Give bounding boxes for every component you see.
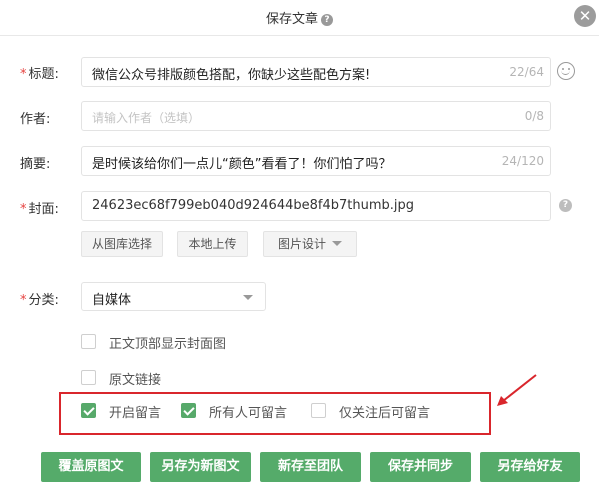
option-show-cover[interactable]: 正文顶部显示封面图 — [81, 333, 281, 352]
category-label: 分类: — [28, 293, 59, 308]
option-original-link[interactable]: 原文链接 — [81, 369, 201, 388]
summary-input[interactable]: 是时候该给你们一点儿“颜色”看看了！你们怕了吗？ 24/120 — [81, 146, 551, 176]
original-link-label: 原文链接 — [109, 373, 162, 388]
image-design-label: 图片设计 — [277, 237, 326, 251]
author-placeholder: 请输入作者（选填） — [92, 111, 201, 125]
title-label: 标题: — [28, 67, 59, 82]
followers-comment-checkbox[interactable] — [311, 403, 326, 418]
summary-input-value: 是时候该给你们一点儿“颜色”看看了！你们怕了吗？ — [92, 157, 392, 172]
dialog-title: 保存文章 — [265, 12, 318, 27]
save-as-new-button[interactable]: 另存为新图文 — [150, 452, 251, 482]
cover-label: 封面: — [28, 202, 59, 217]
author-counter: 0/8 — [524, 109, 544, 123]
everyone-comment-label: 所有人可留言 — [209, 406, 288, 421]
everyone-comment-checkbox[interactable] — [181, 403, 196, 418]
title-input[interactable]: 微信公众号排版颜色搭配，你缺少这些配色方案! 22/64 — [81, 57, 551, 87]
required-star: * — [20, 293, 27, 308]
required-star: * — [20, 67, 27, 82]
save-to-friend-button[interactable]: 另存给好友 — [480, 452, 580, 482]
enable-comments-label: 开启留言 — [109, 406, 162, 421]
followers-comment-label: 仅关注后可留言 — [339, 406, 431, 421]
summary-label: 摘要: — [20, 157, 51, 172]
option-everyone-comment[interactable]: 所有人可留言 — [181, 402, 301, 421]
dialog-header: 保存文章? — [0, 0, 599, 36]
option-followers-comment[interactable]: 仅关注后可留言 — [311, 402, 451, 421]
title-label-wrap: * 标题: — [20, 63, 59, 82]
from-library-button[interactable]: 从图库选择 — [81, 231, 163, 257]
save-and-sync-button[interactable]: 保存并同步 — [370, 452, 471, 482]
category-select[interactable]: 自媒体 — [81, 282, 266, 311]
help-icon[interactable]: ? — [559, 199, 572, 212]
help-icon[interactable]: ? — [321, 14, 333, 26]
cover-input-value: 24623ec68f799eb040d924644be8f4b7thumb.jp… — [92, 198, 415, 213]
required-star: * — [20, 202, 27, 217]
original-link-checkbox[interactable] — [81, 370, 96, 385]
chevron-down-icon — [243, 295, 253, 300]
save-to-team-button[interactable]: 新存至团队 — [260, 452, 361, 482]
local-upload-button[interactable]: 本地上传 — [177, 231, 248, 257]
image-design-button[interactable]: 图片设计 — [263, 231, 357, 257]
option-enable-comments[interactable]: 开启留言 — [81, 402, 181, 421]
close-icon[interactable]: ✕ — [574, 5, 596, 27]
dialog-title-wrap: 保存文章? — [0, 8, 599, 27]
category-label-wrap: * 分类: — [20, 289, 59, 308]
cover-input[interactable]: 24623ec68f799eb040d924644be8f4b7thumb.jp… — [81, 191, 551, 221]
overwrite-button[interactable]: 覆盖原图文 — [41, 452, 141, 482]
summary-counter: 24/120 — [501, 154, 544, 168]
category-select-value: 自媒体 — [92, 293, 132, 308]
author-label: 作者: — [20, 112, 51, 127]
chevron-down-icon — [332, 241, 342, 246]
enable-comments-checkbox[interactable] — [81, 403, 96, 418]
title-counter: 22/64 — [509, 65, 544, 79]
emoji-icon[interactable] — [557, 62, 575, 80]
title-input-value: 微信公众号排版颜色搭配，你缺少这些配色方案! — [92, 68, 371, 83]
show-cover-label: 正文顶部显示封面图 — [109, 337, 227, 352]
author-input[interactable]: 请输入作者（选填） 0/8 — [81, 101, 551, 131]
cover-label-wrap: * 封面: — [20, 198, 59, 217]
show-cover-checkbox[interactable] — [81, 334, 96, 349]
